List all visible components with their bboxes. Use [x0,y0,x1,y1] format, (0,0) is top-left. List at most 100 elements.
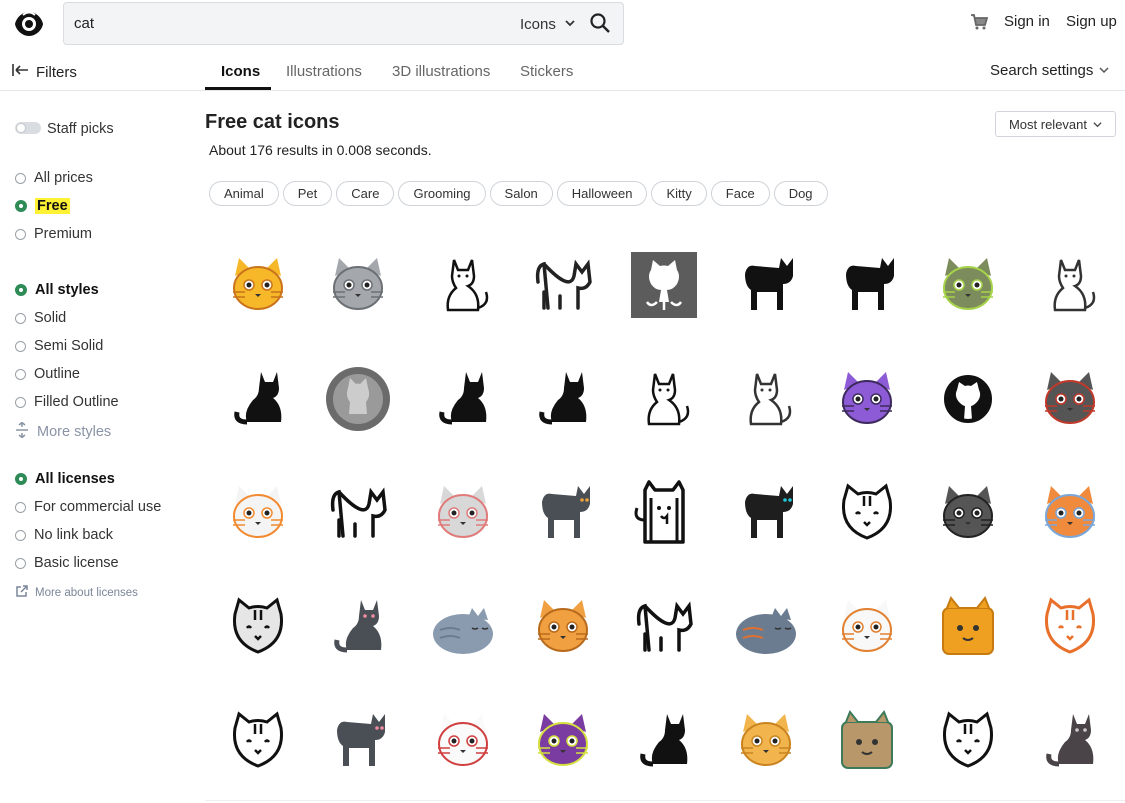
tag-chip[interactable]: Halloween [556,181,648,206]
radio-button-selected[interactable] [15,200,27,212]
gray-cat-standing-icon[interactable] [530,480,596,546]
price-option-free[interactable]: Free [15,198,70,214]
radio-button[interactable] [15,529,26,541]
gray-cat-sitting-icon[interactable] [325,594,391,660]
raccoon-cat-icon[interactable] [1037,708,1103,774]
more-styles-link[interactable]: More styles [15,421,111,442]
cart-icon[interactable] [970,13,989,31]
cat-in-box-icon[interactable] [834,708,900,774]
sleeping-cat-icon[interactable] [430,594,496,660]
radio-button[interactable] [15,228,26,240]
black-cat-standing-icon[interactable] [733,252,799,318]
tag-chip[interactable]: Face [710,181,770,206]
eye-logo-icon[interactable] [14,9,44,39]
cat-line-sitting-icon[interactable] [430,252,496,318]
radio-button[interactable] [15,172,26,184]
tab-illustrations[interactable]: Illustrations [286,63,362,80]
chevron-down-icon [1093,117,1102,132]
search-input[interactable]: cat [74,15,94,32]
style-option-filled-outline[interactable]: Filled Outline [15,394,119,410]
black-cat-halloween-icon[interactable] [733,480,799,546]
cat-sitting-line-icon[interactable] [631,366,697,432]
price-label: Premium [34,226,93,242]
license-option-commercial[interactable]: For commercial use [15,499,161,515]
license-option-basic[interactable]: Basic license [15,555,119,571]
cat-in-cage-icon[interactable] [1037,480,1103,546]
tag-chip[interactable]: Kitty [651,181,707,206]
tab-stickers[interactable]: Stickers [520,63,573,80]
gray-cat-face-icon[interactable] [325,252,391,318]
cat-face-orange-line-icon[interactable] [1037,594,1103,660]
cat-yarn-icon[interactable] [733,594,799,660]
black-cat-sitting-icon[interactable] [225,366,291,432]
cat-tail-line-icon[interactable] [631,594,697,660]
cat-face-outline-2-icon[interactable] [225,708,291,774]
expand-icon [15,421,29,442]
cat-dog-line-icon[interactable] [935,708,1001,774]
leopard-lying-icon[interactable] [325,480,391,546]
purple-cat-icon[interactable] [834,366,900,432]
chevron-down-icon[interactable] [564,16,576,35]
radio-button[interactable] [15,312,26,324]
search-settings-button[interactable]: Search settings [990,62,1109,79]
cat-pixel-art-icon[interactable] [935,252,1001,318]
lucky-cat-2-icon[interactable] [834,594,900,660]
github-cat-box-icon[interactable] [631,252,697,318]
orange-cat-dreaming-icon[interactable] [530,594,596,660]
style-option-semi-solid[interactable]: Semi Solid [15,338,103,354]
cat-elegant-line-icon[interactable] [733,366,799,432]
cat-door-outline-icon[interactable] [631,480,697,546]
gray-cat-face-2-icon[interactable] [935,480,1001,546]
tag-chip[interactable]: Pet [282,181,333,206]
cat-face-outline-icon[interactable] [834,480,900,546]
github-circle-icon[interactable] [325,366,391,432]
github-logo-icon[interactable] [935,366,1001,432]
radio-button-selected[interactable] [15,473,27,485]
tab-icons[interactable]: Icons [221,63,260,80]
lucky-cat-3-icon[interactable] [430,708,496,774]
radio-button-selected[interactable] [15,284,27,296]
radio-button[interactable] [15,396,26,408]
black-cat-standing-2-icon[interactable] [834,252,900,318]
filters-toggle[interactable]: Filters [12,63,77,81]
orange-cat-face-icon[interactable] [733,708,799,774]
tag-chip[interactable]: Animal [209,181,279,206]
tag-chip[interactable]: Grooming [398,181,486,206]
gray-cat-standing-2-icon[interactable] [325,708,391,774]
radio-button[interactable] [15,501,26,513]
license-option-no-link-back[interactable]: No link back [15,527,113,543]
sign-up-link[interactable]: Sign up [1066,13,1117,30]
sign-in-link[interactable]: Sign in [1004,13,1050,30]
tag-chip[interactable]: Salon [489,181,553,206]
black-cat-lying-icon[interactable] [430,366,496,432]
radio-button[interactable] [15,340,26,352]
tag-chip[interactable]: Dog [773,181,828,206]
cat-sitting-outline-icon[interactable] [1037,252,1103,318]
orange-box-cat-icon[interactable] [935,594,1001,660]
tag-chip[interactable]: Care [336,181,395,206]
cat-arched-outline-icon[interactable] [530,252,596,318]
grid-bottom-border [205,800,1125,801]
style-option-solid[interactable]: Solid [15,310,66,326]
tab-3d-illustrations[interactable]: 3D illustrations [392,63,490,80]
cheshire-cat-icon[interactable] [530,708,596,774]
radio-button[interactable] [15,368,26,380]
cat-grooming-icon[interactable] [430,480,496,546]
style-option-all[interactable]: All styles [15,282,99,298]
more-about-licenses-link[interactable]: More about licenses [15,585,138,601]
license-option-all[interactable]: All licenses [15,471,115,487]
black-cat-lying-2-icon[interactable] [530,366,596,432]
cat-costume-icon[interactable] [1037,366,1103,432]
cat-face-emoji-icon[interactable] [225,252,291,318]
price-option-all[interactable]: All prices [15,170,93,186]
search-type-select[interactable]: Icons [520,16,556,33]
black-cat-sitting-2-icon[interactable] [631,708,697,774]
price-option-premium[interactable]: Premium [15,226,92,242]
sort-select[interactable]: Most relevant [995,111,1116,137]
lucky-cat-icon[interactable] [225,480,291,546]
search-icon[interactable] [589,12,611,34]
radio-button[interactable] [15,557,26,569]
striped-cat-face-icon[interactable] [225,594,291,660]
chevron-down-icon [1099,62,1109,79]
style-option-outline[interactable]: Outline [15,366,80,382]
